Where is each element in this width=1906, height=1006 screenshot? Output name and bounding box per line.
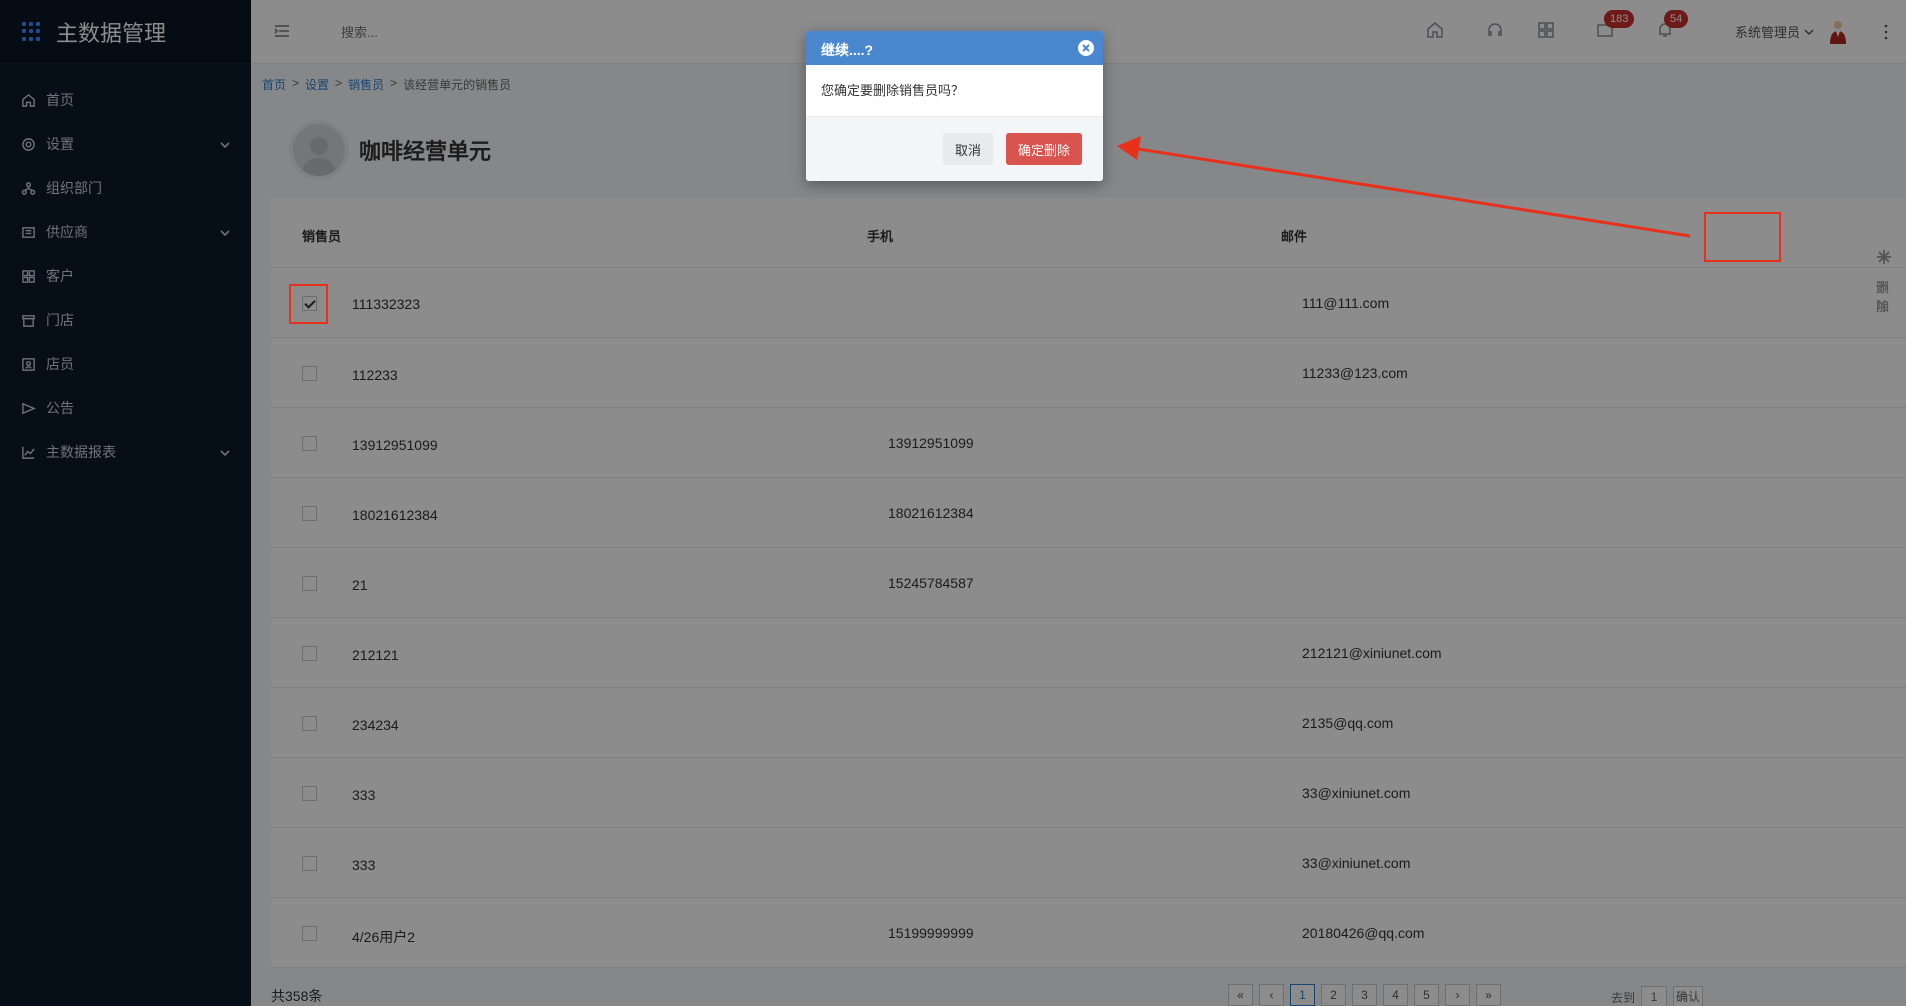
dialog-header: 继续....? <box>806 31 1103 65</box>
close-icon[interactable] <box>1078 40 1094 56</box>
dialog-message: 您确定要删除销售员吗？ <box>821 83 965 98</box>
dialog-footer: 取消 确定删除 <box>806 116 1103 181</box>
dialog-title: 继续....? <box>821 42 874 58</box>
cancel-button[interactable]: 取消 <box>943 133 994 165</box>
confirm-delete-dialog: 继续....? 您确定要删除销售员吗？ 取消 确定删除 <box>806 31 1103 181</box>
confirm-delete-button[interactable]: 确定删除 <box>1006 133 1083 165</box>
annotation-checkbox-highlight <box>289 284 328 324</box>
annotation-delete-highlight <box>1704 212 1781 262</box>
